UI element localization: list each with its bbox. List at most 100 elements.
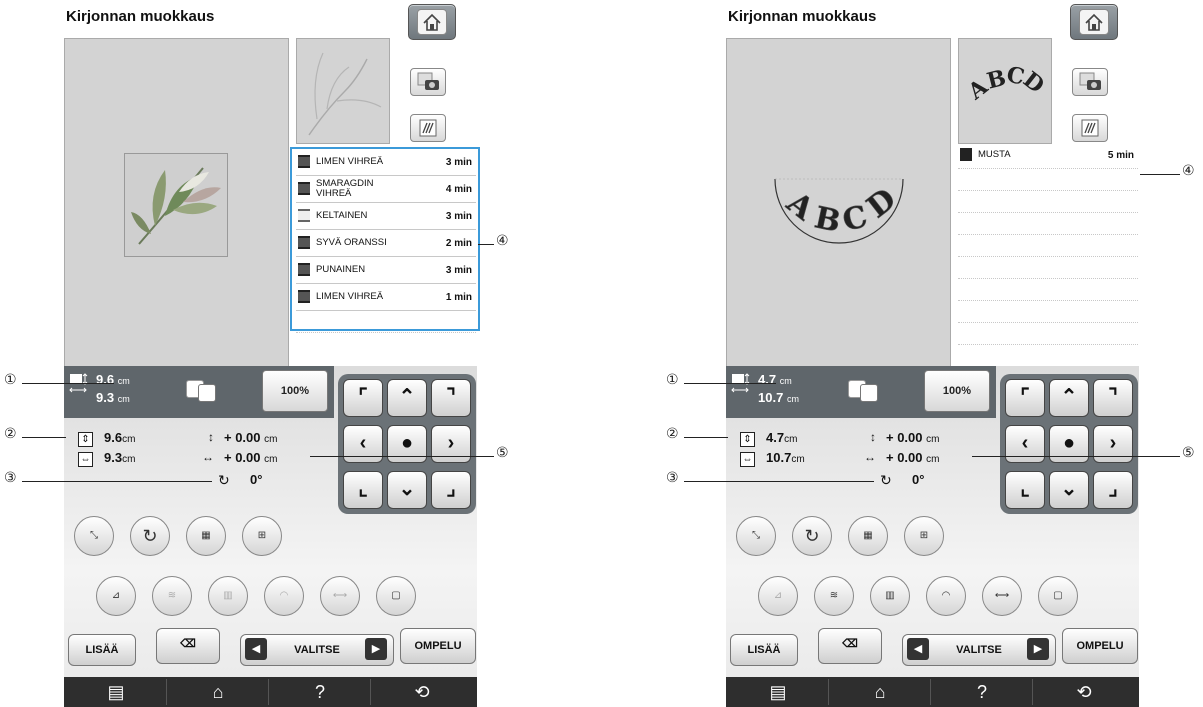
thread-palette-icon: ▦ bbox=[201, 530, 211, 541]
move-right-button[interactable]: › bbox=[431, 425, 471, 463]
sewing-label: OMPELU bbox=[414, 640, 462, 652]
array-button[interactable]: ⊞ bbox=[242, 516, 282, 556]
sewing-button[interactable]: OMPELU bbox=[1062, 628, 1138, 664]
mirror-button[interactable]: ⊿ bbox=[758, 576, 798, 616]
delete-button[interactable]: ⌫ bbox=[818, 628, 882, 664]
callout-line bbox=[22, 437, 66, 438]
zoom-button[interactable]: 100% bbox=[262, 370, 328, 412]
add-label: LISÄÄ bbox=[747, 644, 781, 656]
select-next-button[interactable]: ▶ bbox=[365, 638, 387, 660]
size-icon bbox=[69, 372, 89, 398]
pattern-width-readout: 9.3 cm bbox=[96, 390, 130, 405]
mirror-button[interactable]: ⊿ bbox=[96, 576, 136, 616]
callout-1: ① bbox=[666, 372, 679, 388]
spacing-button[interactable]: ⟷ bbox=[320, 576, 360, 616]
move-down-right-button[interactable]: ⌟ bbox=[431, 471, 471, 509]
move-up-right-button[interactable]: ⌝ bbox=[1093, 379, 1133, 417]
move-down-left-button[interactable]: ⌞ bbox=[1005, 471, 1045, 509]
thread-spool-icon bbox=[960, 148, 972, 161]
add-button[interactable]: LISÄÄ bbox=[730, 634, 798, 666]
empty-thread-row bbox=[958, 213, 1138, 235]
resize-button[interactable]: ⤡ bbox=[74, 516, 114, 556]
move-down-button[interactable]: ⌄ bbox=[387, 471, 427, 509]
screen-title: Kirjonnan muokkaus bbox=[728, 8, 877, 25]
home-button[interactable] bbox=[408, 4, 456, 40]
move-pad: ⌜ ⌃ ⌝ ‹ ● › ⌞ ⌄ ⌟ bbox=[338, 374, 476, 514]
stitch-density-button[interactable] bbox=[410, 114, 446, 142]
embroidery-edit-screen-right: Kirjonnan muokkaus A B C D A B C D MUSTA… bbox=[720, 0, 1140, 707]
move-down-left-button[interactable]: ⌞ bbox=[343, 471, 383, 509]
rotate-button[interactable]: ↻ bbox=[130, 516, 170, 556]
spacing-button[interactable]: ⟷ bbox=[982, 576, 1022, 616]
multi-color-icon: ▥ bbox=[885, 590, 895, 601]
select-previous-button[interactable]: ◀ bbox=[245, 638, 267, 660]
move-up-right-button[interactable]: ⌝ bbox=[431, 379, 471, 417]
move-up-left-button[interactable]: ⌜ bbox=[343, 379, 383, 417]
zoom-label: 100% bbox=[280, 385, 310, 397]
help-button[interactable]: ? bbox=[932, 679, 1033, 705]
home-icon bbox=[417, 9, 447, 35]
arc-text-thumbnail: A B C D bbox=[963, 62, 1050, 106]
select-previous-button[interactable]: ◀ bbox=[907, 638, 929, 660]
presser-foot-button[interactable]: ⟲ bbox=[1034, 679, 1134, 705]
arc-text-button[interactable]: ◠ bbox=[926, 576, 966, 616]
move-up-left-button[interactable]: ⌜ bbox=[1005, 379, 1045, 417]
camera-background-button[interactable] bbox=[1072, 68, 1108, 96]
home-icon bbox=[1079, 9, 1109, 35]
border-button[interactable]: ▢ bbox=[1038, 576, 1078, 616]
thread-name: MUSTA bbox=[978, 149, 1011, 160]
move-down-button[interactable]: ⌄ bbox=[1049, 471, 1089, 509]
callout-4: ④ bbox=[496, 233, 509, 249]
center-button[interactable]: ● bbox=[387, 425, 427, 463]
machine-help-button[interactable]: ⌂ bbox=[830, 679, 931, 705]
bottom-toolbar: ▤ ⌂ ? ⟲ bbox=[726, 677, 1139, 707]
sewing-machine-icon: ⌂ bbox=[212, 682, 224, 702]
move-down-right-button[interactable]: ⌟ bbox=[1093, 471, 1133, 509]
move-right-button[interactable]: › bbox=[1093, 425, 1133, 463]
horizontal-offset-value: + 0.00 cm bbox=[886, 450, 940, 465]
callout-5: ⑤ bbox=[496, 445, 509, 461]
layout-frame-button[interactable] bbox=[848, 374, 888, 406]
horizontal-offset-icon: ↔ bbox=[202, 450, 214, 464]
presser-foot-button[interactable]: ⟲ bbox=[372, 679, 472, 705]
zoom-button[interactable]: 100% bbox=[924, 370, 990, 412]
layout-frame-button[interactable] bbox=[186, 374, 226, 406]
multi-color-button[interactable]: ▥ bbox=[870, 576, 910, 616]
array-button[interactable]: ⊞ bbox=[904, 516, 944, 556]
move-left-button[interactable]: ‹ bbox=[1005, 425, 1045, 463]
rotate-button[interactable]: ↻ bbox=[792, 516, 832, 556]
vertical-offset-value: + 0.00 cm bbox=[886, 430, 940, 445]
add-button[interactable]: LISÄÄ bbox=[68, 634, 136, 666]
mirror-icon: ⊿ bbox=[111, 590, 121, 601]
arc-text-button[interactable]: ◠ bbox=[264, 576, 304, 616]
border-button[interactable]: ▢ bbox=[376, 576, 416, 616]
thread-color-button[interactable]: ▦ bbox=[186, 516, 226, 556]
move-left-button[interactable]: ‹ bbox=[343, 425, 383, 463]
empty-thread-row bbox=[958, 301, 1138, 323]
sewing-button[interactable]: OMPELU bbox=[400, 628, 476, 664]
help-button[interactable]: ? bbox=[270, 679, 371, 705]
camera-background-button[interactable] bbox=[410, 68, 446, 96]
move-up-button[interactable]: ⌃ bbox=[387, 379, 427, 417]
multi-color-button[interactable]: ▥ bbox=[208, 576, 248, 616]
density-button[interactable]: ≋ bbox=[152, 576, 192, 616]
vertical-size-icon: ⇕ bbox=[78, 432, 93, 447]
settings-page-button[interactable]: ▤ bbox=[66, 679, 167, 705]
select-next-button[interactable]: ▶ bbox=[1027, 638, 1049, 660]
arc-text-icon: ◠ bbox=[941, 590, 951, 601]
settings-page-button[interactable]: ▤ bbox=[728, 679, 829, 705]
rotate-icon: ↻ bbox=[804, 526, 820, 546]
home-button[interactable] bbox=[1070, 4, 1118, 40]
resize-button[interactable]: ⤡ bbox=[736, 516, 776, 556]
move-up-button[interactable]: ⌃ bbox=[1049, 379, 1089, 417]
callout-line bbox=[684, 383, 776, 384]
machine-help-button[interactable]: ⌂ bbox=[168, 679, 269, 705]
camera-icon bbox=[1079, 72, 1101, 90]
density-button[interactable]: ≋ bbox=[814, 576, 854, 616]
callout-line bbox=[1140, 174, 1180, 175]
thread-row[interactable]: MUSTA 5 min bbox=[958, 142, 1138, 169]
center-button[interactable]: ● bbox=[1049, 425, 1089, 463]
thread-color-button[interactable]: ▦ bbox=[848, 516, 888, 556]
stitch-density-button[interactable] bbox=[1072, 114, 1108, 142]
delete-button[interactable]: ⌫ bbox=[156, 628, 220, 664]
